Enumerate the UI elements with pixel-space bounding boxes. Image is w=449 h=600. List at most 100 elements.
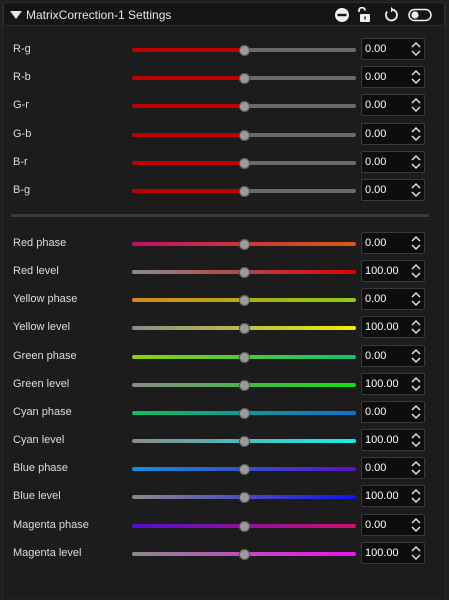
value-input[interactable]: 100.00 — [361, 316, 425, 339]
value-input[interactable]: 0.00 — [361, 400, 425, 423]
slider-thumb[interactable] — [239, 73, 250, 85]
value-input[interactable]: 0.00 — [361, 94, 425, 117]
slider-thumb[interactable] — [239, 492, 250, 504]
unlock-icon[interactable] — [356, 6, 372, 23]
value-text: 0.00 — [365, 184, 387, 196]
value-text: 100.00 — [365, 321, 399, 334]
value-input[interactable]: 0.00 — [361, 513, 425, 536]
slider-thumb[interactable] — [239, 464, 250, 476]
value-text: 0.00 — [365, 71, 387, 84]
collapse-triangle-icon[interactable] — [10, 11, 22, 19]
value-input[interactable]: 0.00 — [361, 179, 425, 201]
value-text: 0.00 — [365, 155, 387, 168]
value-text: 0.00 — [365, 127, 387, 140]
spinner-arrows-icon[interactable] — [410, 40, 422, 58]
slider-thumb[interactable] — [239, 379, 250, 391]
param-row-cyan-phase: Cyan phase 0.00 — [3, 400, 445, 428]
spinner-arrows-icon[interactable] — [410, 125, 422, 143]
param-row-magenta-level: Magenta level 100.00 — [3, 541, 445, 569]
spinner-arrows-icon[interactable] — [410, 403, 422, 421]
param-label: Green phase — [13, 349, 77, 362]
param-row-b-g: B-g 0.00 — [3, 178, 445, 206]
param-row-blue-level: Blue level 100.00 — [3, 484, 445, 512]
toggle-icon[interactable] — [408, 7, 432, 23]
slider-thumb[interactable] — [239, 323, 250, 335]
param-label: Red phase — [13, 237, 67, 249]
spinner-arrows-icon[interactable] — [410, 153, 422, 171]
param-row-yellow-level: Yellow level 100.00 — [3, 315, 445, 343]
value-text: 100.00 — [365, 377, 399, 390]
param-row-green-level: Green level 100.00 — [3, 372, 445, 400]
value-input[interactable]: 0.00 — [361, 122, 425, 145]
slider-thumb[interactable] — [239, 267, 250, 279]
value-input[interactable]: 0.00 — [361, 457, 425, 480]
value-text: 0.00 — [365, 349, 387, 362]
slider-thumb[interactable] — [239, 436, 250, 448]
spinner-arrows-icon[interactable] — [410, 262, 422, 280]
slider-thumb[interactable] — [239, 407, 250, 419]
value-input[interactable]: 100.00 — [361, 485, 425, 508]
spinner-arrows-icon[interactable] — [410, 68, 422, 86]
param-row-r-b: R-b 0.00 — [3, 65, 445, 93]
param-row-r-g: R-g 0.00 — [3, 37, 445, 65]
param-label: B-g — [13, 184, 31, 196]
slider-thumb[interactable] — [239, 157, 250, 169]
value-input[interactable]: 100.00 — [361, 541, 425, 564]
param-row-b-r: B-r 0.00 — [3, 150, 445, 178]
spinner-arrows-icon[interactable] — [410, 431, 422, 449]
param-label: R-g — [13, 43, 31, 55]
reset-icon[interactable] — [383, 7, 399, 23]
param-label: Blue level — [13, 490, 61, 503]
settings-panel: MatrixCorrection-1 Settings R-g 0.00 R-b 0.… — [2, 2, 446, 598]
slider-thumb[interactable] — [239, 45, 250, 56]
value-input[interactable]: 0.00 — [361, 38, 425, 60]
spinner-arrows-icon[interactable] — [410, 181, 422, 199]
spinner-arrows-icon[interactable] — [410, 318, 422, 336]
slider-thumb[interactable] — [239, 239, 250, 250]
slider-thumb[interactable] — [239, 101, 250, 113]
param-label: B-r — [13, 155, 28, 168]
section-separator — [11, 214, 429, 217]
value-text: 100.00 — [365, 546, 399, 559]
slider-thumb[interactable] — [239, 520, 250, 532]
param-label: G-b — [13, 127, 32, 140]
value-input[interactable]: 0.00 — [361, 344, 425, 367]
slider-thumb[interactable] — [239, 129, 250, 141]
slider-thumb[interactable] — [239, 295, 250, 307]
spinner-arrows-icon[interactable] — [410, 544, 422, 562]
panel-title-bar[interactable]: MatrixCorrection-1 Settings — [3, 2, 445, 26]
value-text: 0.00 — [365, 293, 387, 306]
param-row-g-b: G-b 0.00 — [3, 122, 445, 150]
value-input[interactable]: 0.00 — [361, 66, 425, 89]
slider-thumb[interactable] — [239, 186, 250, 197]
param-label: Red level — [13, 265, 59, 278]
minus-circle-icon[interactable] — [334, 7, 350, 23]
param-row-blue-phase: Blue phase 0.00 — [3, 456, 445, 484]
panel-title: MatrixCorrection-1 Settings — [26, 8, 172, 22]
spinner-arrows-icon[interactable] — [410, 290, 422, 308]
spinner-arrows-icon[interactable] — [410, 516, 422, 534]
param-label: Green level — [13, 377, 70, 390]
param-row-cyan-level: Cyan level 100.00 — [3, 428, 445, 456]
value-input[interactable]: 100.00 — [361, 260, 425, 283]
slider-thumb[interactable] — [239, 548, 250, 560]
value-input[interactable]: 0.00 — [361, 232, 425, 254]
spinner-arrows-icon[interactable] — [410, 375, 422, 393]
value-text: 0.00 — [365, 462, 387, 475]
value-input[interactable]: 0.00 — [361, 288, 425, 311]
spinner-arrows-icon[interactable] — [410, 96, 422, 114]
param-label: G-r — [13, 99, 29, 112]
value-text: 0.00 — [365, 237, 387, 249]
spinner-arrows-icon[interactable] — [410, 347, 422, 365]
value-input[interactable]: 100.00 — [361, 429, 425, 452]
param-row-green-phase: Green phase 0.00 — [3, 344, 445, 372]
slider-thumb[interactable] — [239, 351, 250, 363]
value-input[interactable]: 0.00 — [361, 150, 425, 173]
spinner-arrows-icon[interactable] — [410, 487, 422, 505]
value-input[interactable]: 100.00 — [361, 372, 425, 395]
param-row-red-level: Red level 100.00 — [3, 259, 445, 287]
spinner-arrows-icon[interactable] — [410, 459, 422, 477]
param-label: Cyan level — [13, 434, 65, 447]
param-label: Yellow phase — [13, 293, 78, 306]
spinner-arrows-icon[interactable] — [410, 234, 422, 252]
